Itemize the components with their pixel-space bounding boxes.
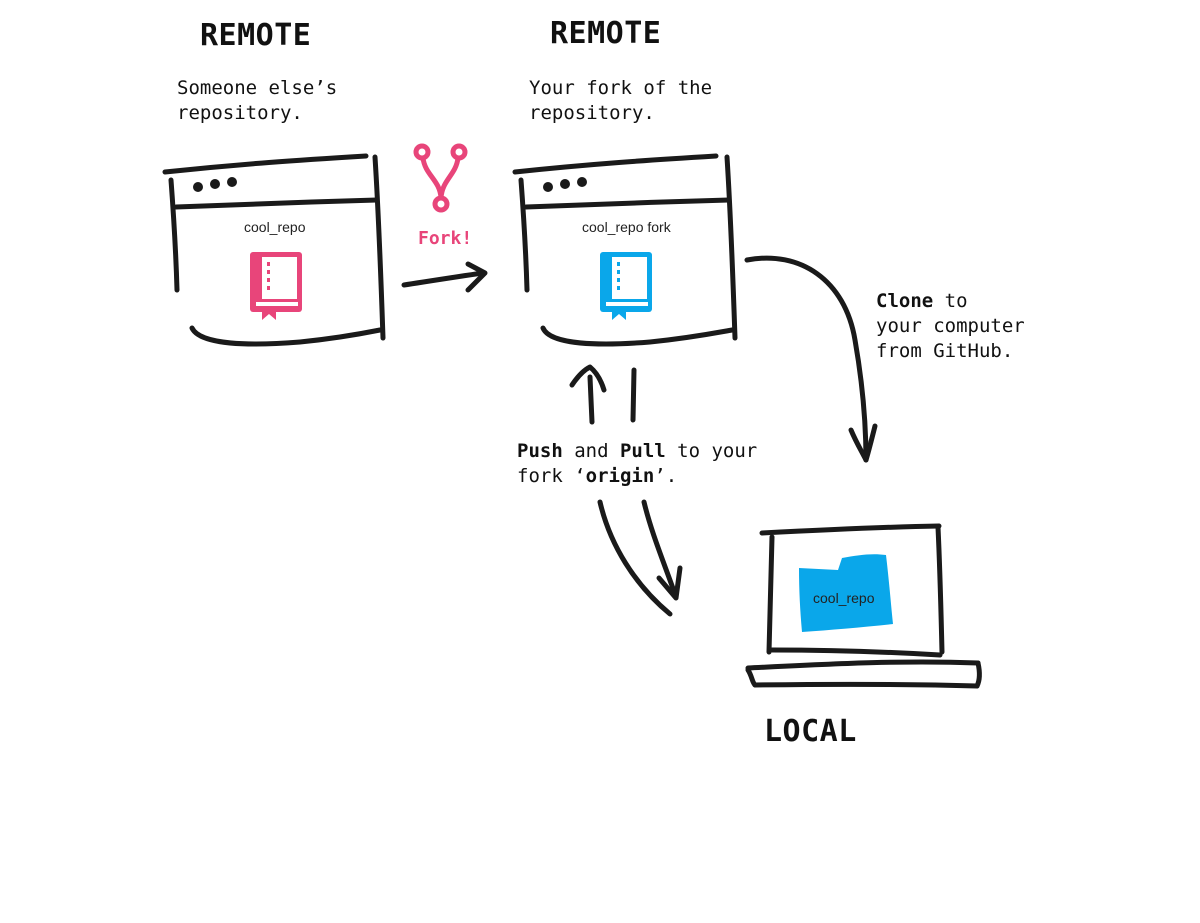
clone-line3: from GitHub.: [876, 340, 1014, 362]
fork-heading: REMOTE: [550, 16, 662, 51]
fork-book-icon: [600, 252, 652, 320]
browser-dots: [193, 177, 587, 192]
git-fork-icon: [413, 143, 468, 213]
fork-arrow: [401, 261, 488, 293]
sync-and: and: [562, 440, 620, 462]
origin-keyword: origin: [585, 465, 655, 487]
folder-label: cool_repo: [813, 590, 875, 606]
fork-caption-line2: repository.: [529, 102, 655, 124]
push-arrow: [569, 364, 673, 617]
sync-line1-rest: to your: [665, 440, 758, 462]
sync-line2-start: fork ‘: [517, 465, 586, 487]
upstream-heading: REMOTE: [200, 18, 312, 53]
fork-window-label: cool_repo fork: [582, 219, 671, 235]
fork-caption: Your fork of the repository.: [529, 76, 712, 126]
upstream-book-icon: [250, 252, 302, 320]
push-keyword: Push: [517, 440, 563, 462]
clone-line1-rest: to: [933, 290, 968, 312]
sync-line2-end: ’.: [654, 465, 678, 487]
pull-keyword: Pull: [619, 440, 666, 462]
fork-caption-line1: Your fork of the: [529, 77, 713, 99]
upstream-caption-line2: repository.: [177, 102, 303, 124]
upstream-caption: Someone else’s repository.: [177, 76, 337, 126]
clone-line2: your computer: [876, 315, 1025, 337]
upstream-caption-line1: Someone else’s: [177, 77, 338, 99]
sync-caption: Push and Pull to your fork ‘origin’.: [517, 439, 757, 489]
clone-caption: Clone to your computer from GitHub.: [876, 289, 1025, 364]
git-fork-workflow-diagram: REMOTE REMOTE LOCAL Someone else’s reposi…: [0, 0, 1200, 923]
fork-action-label: Fork!: [418, 228, 473, 249]
upstream-window-label: cool_repo: [244, 219, 306, 235]
local-heading: LOCAL: [764, 714, 857, 749]
clone-keyword: Clone: [876, 290, 934, 312]
clone-arrow: [744, 255, 878, 463]
